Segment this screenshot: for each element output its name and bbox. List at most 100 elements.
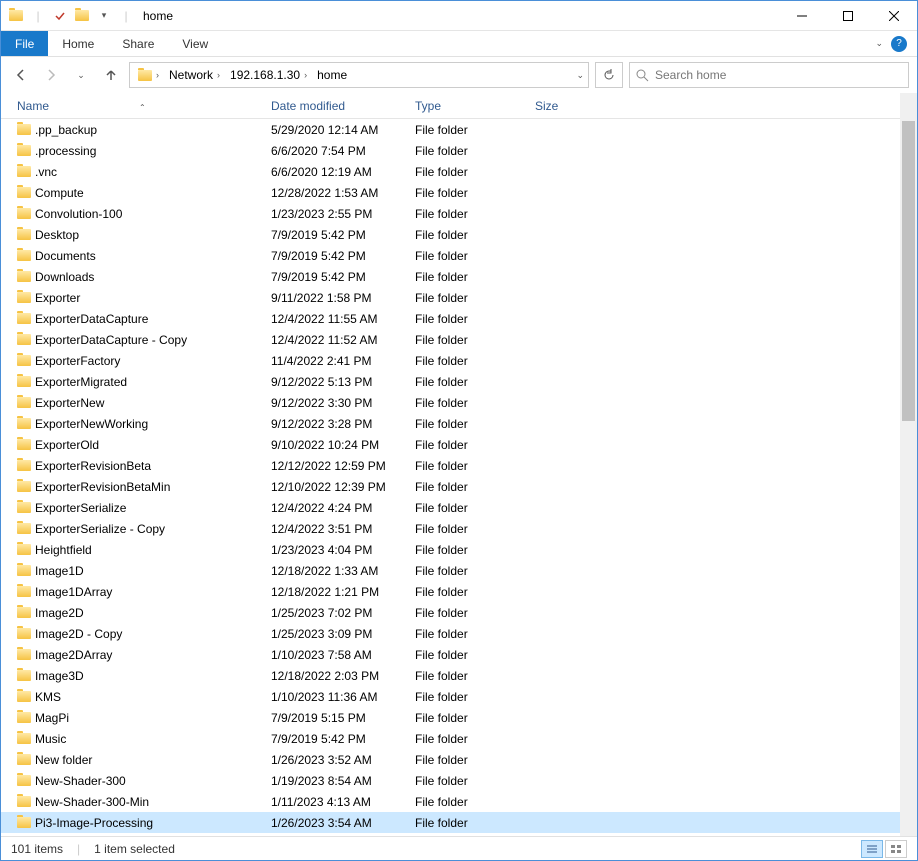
up-button[interactable] xyxy=(99,63,123,87)
file-date: 12/4/2022 4:24 PM xyxy=(271,501,415,515)
table-row[interactable]: Image2D1/25/2023 7:02 PMFile folder xyxy=(1,602,917,623)
back-button[interactable] xyxy=(9,63,33,87)
file-date: 1/23/2023 4:04 PM xyxy=(271,543,415,557)
file-name: ExporterSerialize xyxy=(35,501,271,515)
file-name: ExporterSerialize - Copy xyxy=(35,522,271,536)
column-headers: Name⌃ Date modified Type Size xyxy=(1,93,917,119)
file-name: Exporter xyxy=(35,291,271,305)
table-row[interactable]: .pp_backup5/29/2020 12:14 AMFile folder xyxy=(1,119,917,140)
properties-icon[interactable] xyxy=(51,7,69,25)
file-type: File folder xyxy=(415,354,535,368)
file-date: 5/29/2020 12:14 AM xyxy=(271,123,415,137)
help-icon[interactable]: ? xyxy=(891,36,907,52)
file-type: File folder xyxy=(415,690,535,704)
folder-icon xyxy=(17,460,35,471)
file-date: 12/12/2022 12:59 PM xyxy=(271,459,415,473)
file-date: 1/25/2023 3:09 PM xyxy=(271,627,415,641)
status-selected-count: 1 item selected xyxy=(94,842,175,856)
table-row[interactable]: Image1D12/18/2022 1:33 AMFile folder xyxy=(1,560,917,581)
file-type: File folder xyxy=(415,249,535,263)
scrollbar[interactable] xyxy=(900,93,917,836)
tab-file[interactable]: File xyxy=(1,31,48,56)
file-date: 9/10/2022 10:24 PM xyxy=(271,438,415,452)
search-input[interactable]: Search home xyxy=(629,62,909,88)
table-row[interactable]: Image2DArray1/10/2023 7:58 AMFile folder xyxy=(1,644,917,665)
table-row[interactable]: Compute12/28/2022 1:53 AMFile folder xyxy=(1,182,917,203)
tab-home[interactable]: Home xyxy=(48,31,108,56)
file-type: File folder xyxy=(415,501,535,515)
table-row[interactable]: ExporterFactory11/4/2022 2:41 PMFile fol… xyxy=(1,350,917,371)
table-row[interactable]: ExporterNew9/12/2022 3:30 PMFile folder xyxy=(1,392,917,413)
col-header-type[interactable]: Type xyxy=(415,99,535,113)
table-row[interactable]: Pi3-Image-Processing1/26/2023 3:54 AMFil… xyxy=(1,812,917,833)
file-date: 7/9/2019 5:42 PM xyxy=(271,249,415,263)
table-row[interactable]: MagPi7/9/2019 5:15 PMFile folder xyxy=(1,707,917,728)
file-name: Image3D xyxy=(35,669,271,683)
col-header-size[interactable]: Size xyxy=(535,99,605,113)
file-name: Convolution-100 xyxy=(35,207,271,221)
tab-share[interactable]: Share xyxy=(108,31,168,56)
table-row[interactable]: ExporterMigrated9/12/2022 5:13 PMFile fo… xyxy=(1,371,917,392)
address-seg-host[interactable]: 192.168.1.30› xyxy=(226,68,311,82)
table-row[interactable]: .vnc6/6/2020 12:19 AMFile folder xyxy=(1,161,917,182)
file-type: File folder xyxy=(415,522,535,536)
col-header-name[interactable]: Name⌃ xyxy=(17,99,271,113)
table-row[interactable]: ExporterDataCapture - Copy12/4/2022 11:5… xyxy=(1,329,917,350)
table-row[interactable]: Music7/9/2019 5:42 PMFile folder xyxy=(1,728,917,749)
table-row[interactable]: Heightfield1/23/2023 4:04 PMFile folder xyxy=(1,539,917,560)
file-name: Pi3-Image-Processing xyxy=(35,816,271,830)
ribbon-right: ⌄ ? xyxy=(875,31,917,56)
table-row[interactable]: New-Shader-3001/19/2023 8:54 AMFile fold… xyxy=(1,770,917,791)
file-type: File folder xyxy=(415,669,535,683)
folder-icon xyxy=(17,250,35,261)
col-header-date[interactable]: Date modified xyxy=(271,99,415,113)
table-row[interactable]: Desktop7/9/2019 5:42 PMFile folder xyxy=(1,224,917,245)
table-row[interactable]: New-Shader-300-Min1/11/2023 4:13 AMFile … xyxy=(1,791,917,812)
new-folder-icon[interactable] xyxy=(73,7,91,25)
table-row[interactable]: ExporterRevisionBeta12/12/2022 12:59 PMF… xyxy=(1,455,917,476)
table-row[interactable]: Image2D - Copy1/25/2023 3:09 PMFile fold… xyxy=(1,623,917,644)
file-date: 1/26/2023 3:54 AM xyxy=(271,816,415,830)
address-dropdown-icon[interactable]: ⌄ xyxy=(576,70,584,81)
table-row[interactable]: .processing6/6/2020 7:54 PMFile folder xyxy=(1,140,917,161)
table-row[interactable]: Image1DArray12/18/2022 1:21 PMFile folde… xyxy=(1,581,917,602)
folder-icon xyxy=(17,565,35,576)
folder-icon xyxy=(17,775,35,786)
table-row[interactable]: ExporterSerialize - Copy12/4/2022 3:51 P… xyxy=(1,518,917,539)
file-list[interactable]: Name⌃ Date modified Type Size .pp_backup… xyxy=(1,93,917,836)
folder-icon xyxy=(17,670,35,681)
table-row[interactable]: Convolution-1001/23/2023 2:55 PMFile fol… xyxy=(1,203,917,224)
file-date: 12/4/2022 11:52 AM xyxy=(271,333,415,347)
table-row[interactable]: ExporterNewWorking9/12/2022 3:28 PMFile … xyxy=(1,413,917,434)
address-root-icon[interactable]: › xyxy=(134,70,163,81)
address-seg-home[interactable]: home xyxy=(313,68,351,82)
file-name: Image2DArray xyxy=(35,648,271,662)
recent-dropdown-icon[interactable]: ⌄ xyxy=(69,63,93,87)
table-row[interactable]: ExporterOld9/10/2022 10:24 PMFile folder xyxy=(1,434,917,455)
tab-view[interactable]: View xyxy=(168,31,222,56)
table-row[interactable]: Downloads7/9/2019 5:42 PMFile folder xyxy=(1,266,917,287)
file-date: 6/6/2020 12:19 AM xyxy=(271,165,415,179)
table-row[interactable]: Exporter9/11/2022 1:58 PMFile folder xyxy=(1,287,917,308)
address-seg-network[interactable]: Network› xyxy=(165,68,224,82)
table-row[interactable]: ExporterSerialize12/4/2022 4:24 PMFile f… xyxy=(1,497,917,518)
file-name: ExporterNew xyxy=(35,396,271,410)
icons-view-button[interactable] xyxy=(885,840,907,858)
close-button[interactable] xyxy=(871,1,917,31)
minimize-button[interactable] xyxy=(779,1,825,31)
ribbon-expand-icon[interactable]: ⌄ xyxy=(875,38,883,49)
table-row[interactable]: New folder1/26/2023 3:52 AMFile folder xyxy=(1,749,917,770)
address-bar[interactable]: › Network› 192.168.1.30› home ⌄ xyxy=(129,62,589,88)
scrollbar-thumb[interactable] xyxy=(902,121,915,421)
file-type: File folder xyxy=(415,123,535,137)
table-row[interactable]: ExporterDataCapture12/4/2022 11:55 AMFil… xyxy=(1,308,917,329)
table-row[interactable]: Image3D12/18/2022 2:03 PMFile folder xyxy=(1,665,917,686)
table-row[interactable]: ExporterRevisionBetaMin12/10/2022 12:39 … xyxy=(1,476,917,497)
qat-dropdown-icon[interactable]: ▾ xyxy=(95,7,113,25)
details-view-button[interactable] xyxy=(861,840,883,858)
table-row[interactable]: KMS1/10/2023 11:36 AMFile folder xyxy=(1,686,917,707)
refresh-button[interactable] xyxy=(595,62,623,88)
table-row[interactable]: Documents7/9/2019 5:42 PMFile folder xyxy=(1,245,917,266)
maximize-button[interactable] xyxy=(825,1,871,31)
forward-button[interactable] xyxy=(39,63,63,87)
